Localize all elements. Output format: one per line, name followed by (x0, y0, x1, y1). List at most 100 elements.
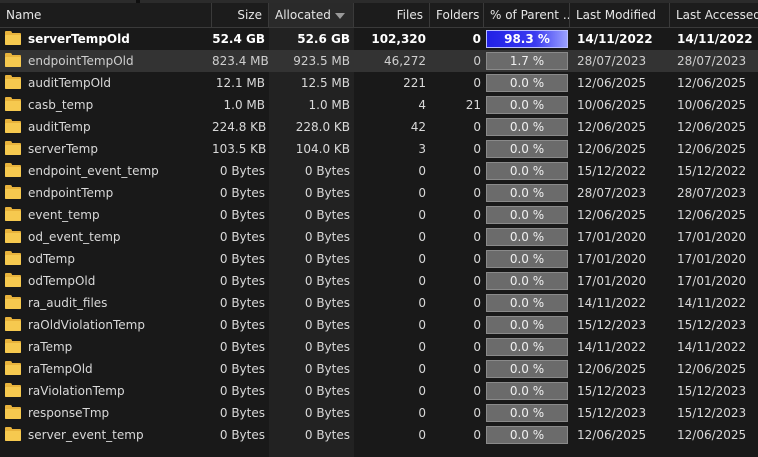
table-row[interactable]: odTemp 0 Bytes 0 Bytes 0 0 0.0 % 17/01/2020 17/… (0, 248, 758, 270)
folders-cell: 0 (473, 384, 481, 398)
last-accessed-cell: 17/01/2020 (677, 274, 747, 288)
column-header-row: Name Size Allocated Files Folders % of P… (0, 3, 758, 28)
files-cell: 0 (418, 406, 426, 420)
column-header-last-modified[interactable]: Last Modified (570, 3, 670, 27)
folders-cell: 0 (473, 252, 481, 266)
name-cell: responseTmp (0, 402, 212, 424)
column-header-allocated[interactable]: Allocated (269, 3, 354, 27)
folders-cell: 0 (473, 164, 481, 178)
folder-name: endpointTempOld (28, 54, 134, 68)
column-header-percent-of-parent[interactable]: % of Parent ... (484, 3, 570, 27)
last-modified-cell: 10/06/2025 (577, 98, 647, 112)
last-accessed-cell: 14/11/2022 (677, 296, 747, 310)
last-accessed-cell: 12/06/2025 (677, 208, 747, 222)
files-cell: 0 (418, 208, 426, 222)
size-cell: 0 Bytes (219, 252, 265, 266)
last-accessed-cell: 12/06/2025 (677, 428, 747, 442)
folder-icon (5, 427, 21, 441)
table-row[interactable]: raOldViolationTemp 0 Bytes 0 Bytes 0 0 0.0 % 1… (0, 314, 758, 336)
last-modified-cell: 12/06/2025 (577, 142, 647, 156)
folder-name: endpointTemp (28, 186, 114, 200)
allocated-cell: 0 Bytes (304, 230, 350, 244)
folder-name: casb_temp (28, 98, 94, 112)
folder-name: odTemp (28, 252, 75, 266)
percent-bar: 0.0 % (486, 184, 568, 202)
column-header-last-accessed[interactable]: Last Accessed (670, 3, 758, 27)
last-accessed-cell: 10/06/2025 (677, 98, 747, 112)
folders-cell: 0 (473, 340, 481, 354)
allocated-cell: 104.0 KB (295, 142, 350, 156)
table-row[interactable]: endpoint_event_temp 0 Bytes 0 Bytes 0 0 0.0 %… (0, 160, 758, 182)
last-accessed-cell: 15/12/2023 (677, 318, 747, 332)
table-row[interactable]: auditTempOld 12.1 MB 12.5 MB 221 0 0.0 % 12/06… (0, 72, 758, 94)
size-cell: 0 Bytes (219, 208, 265, 222)
folder-size-grid: Name Size Allocated Files Folders % of P… (0, 0, 758, 457)
percent-bar: 1.7 % (486, 52, 568, 70)
column-header-name[interactable]: Name (0, 3, 212, 27)
column-header-size[interactable]: Size (212, 3, 269, 27)
last-modified-cell: 28/07/2023 (577, 186, 647, 200)
folders-cell: 0 (473, 428, 481, 442)
table-row[interactable]: odTempOld 0 Bytes 0 Bytes 0 0 0.0 % 17/01/2020… (0, 270, 758, 292)
table-row[interactable]: responseTmp 0 Bytes 0 Bytes 0 0 0.0 % 15/12/20… (0, 402, 758, 424)
folder-name: raTempOld (28, 362, 93, 376)
last-accessed-cell: 17/01/2020 (677, 230, 747, 244)
name-cell: casb_temp (0, 94, 212, 116)
folder-name: auditTemp (28, 120, 91, 134)
folder-name: auditTempOld (28, 76, 111, 90)
table-row[interactable]: event_temp 0 Bytes 0 Bytes 0 0 0.0 % 12/06/202… (0, 204, 758, 226)
size-cell: 0 Bytes (219, 340, 265, 354)
size-cell: 0 Bytes (219, 428, 265, 442)
table-row[interactable]: raViolationTemp 0 Bytes 0 Bytes 0 0 0.0 % 15/1… (0, 380, 758, 402)
table-row[interactable]: raTempOld 0 Bytes 0 Bytes 0 0 0.0 % 12/06/2025… (0, 358, 758, 380)
folder-name: raOldViolationTemp (28, 318, 145, 332)
percent-bar: 98.3 % (486, 30, 568, 48)
table-row[interactable]: serverTempOld 52.4 GB 52.6 GB 102,320 0 98.3 … (0, 28, 758, 50)
table-row[interactable]: serverTemp 103.5 KB 104.0 KB 3 0 0.0 % 12/06/2… (0, 138, 758, 160)
size-cell: 0 Bytes (219, 186, 265, 200)
percent-cell: 0.0 % (484, 138, 570, 160)
last-accessed-cell: 14/11/2022 (677, 340, 747, 354)
column-header-folders[interactable]: Folders (430, 3, 484, 27)
table-row[interactable]: raTemp 0 Bytes 0 Bytes 0 0 0.0 % 14/11/2022 14/… (0, 336, 758, 358)
size-cell: 103.5 KB (212, 142, 267, 156)
files-cell: 42 (410, 120, 426, 134)
folders-cell: 0 (473, 54, 481, 68)
percent-cell: 0.0 % (484, 314, 570, 336)
size-cell: 0 Bytes (219, 384, 265, 398)
name-cell: endpointTempOld (0, 50, 212, 72)
percent-bar: 0.0 % (486, 228, 568, 246)
folder-name: odTempOld (28, 274, 96, 288)
table-row[interactable]: od_event_temp 0 Bytes 0 Bytes 0 0 0.0 % 17/01/… (0, 226, 758, 248)
percent-cell: 0.0 % (484, 160, 570, 182)
folders-cell: 21 (465, 98, 481, 112)
percent-bar: 0.0 % (486, 404, 568, 422)
size-cell: 0 Bytes (219, 296, 265, 310)
table-row[interactable]: ra_audit_files 0 Bytes 0 Bytes 0 0 0.0 % 14/11… (0, 292, 758, 314)
column-header-files[interactable]: Files (354, 3, 430, 27)
allocated-cell: 0 Bytes (304, 340, 350, 354)
folders-cell: 0 (473, 274, 481, 288)
allocated-cell: 0 Bytes (304, 318, 350, 332)
percent-cell: 0.0 % (484, 248, 570, 270)
last-accessed-cell: 12/06/2025 (677, 142, 747, 156)
last-modified-cell: 14/11/2022 (577, 340, 647, 354)
percent-bar: 0.0 % (486, 294, 568, 312)
folder-name: endpoint_event_temp (28, 164, 159, 178)
table-row[interactable]: endpointTemp 0 Bytes 0 Bytes 0 0 0.0 % 28/07/2… (0, 182, 758, 204)
table-row[interactable]: casb_temp 1.0 MB 1.0 MB 4 21 0.0 % 10/06/2025 1… (0, 94, 758, 116)
percent-cell: 0.0 % (484, 402, 570, 424)
size-cell: 0 Bytes (219, 406, 265, 420)
name-cell: auditTemp (0, 116, 212, 138)
files-cell: 0 (418, 296, 426, 310)
percent-cell: 0.0 % (484, 292, 570, 314)
table-row[interactable]: auditTemp 224.8 KB 228.0 KB 42 0 0.0 % 12/06/2… (0, 116, 758, 138)
last-accessed-cell: 15/12/2022 (677, 164, 747, 178)
table-row[interactable]: endpointTempOld 823.4 MB 923.5 MB 46,272 0 1.… (0, 50, 758, 72)
name-cell: odTempOld (0, 270, 212, 292)
table-row[interactable]: server_event_temp 0 Bytes 0 Bytes 0 0 0.0 % 12… (0, 424, 758, 446)
folder-name: responseTmp (28, 406, 110, 420)
folder-icon (5, 273, 21, 287)
percent-bar: 0.0 % (486, 360, 568, 378)
allocated-cell: 923.5 MB (293, 54, 350, 68)
